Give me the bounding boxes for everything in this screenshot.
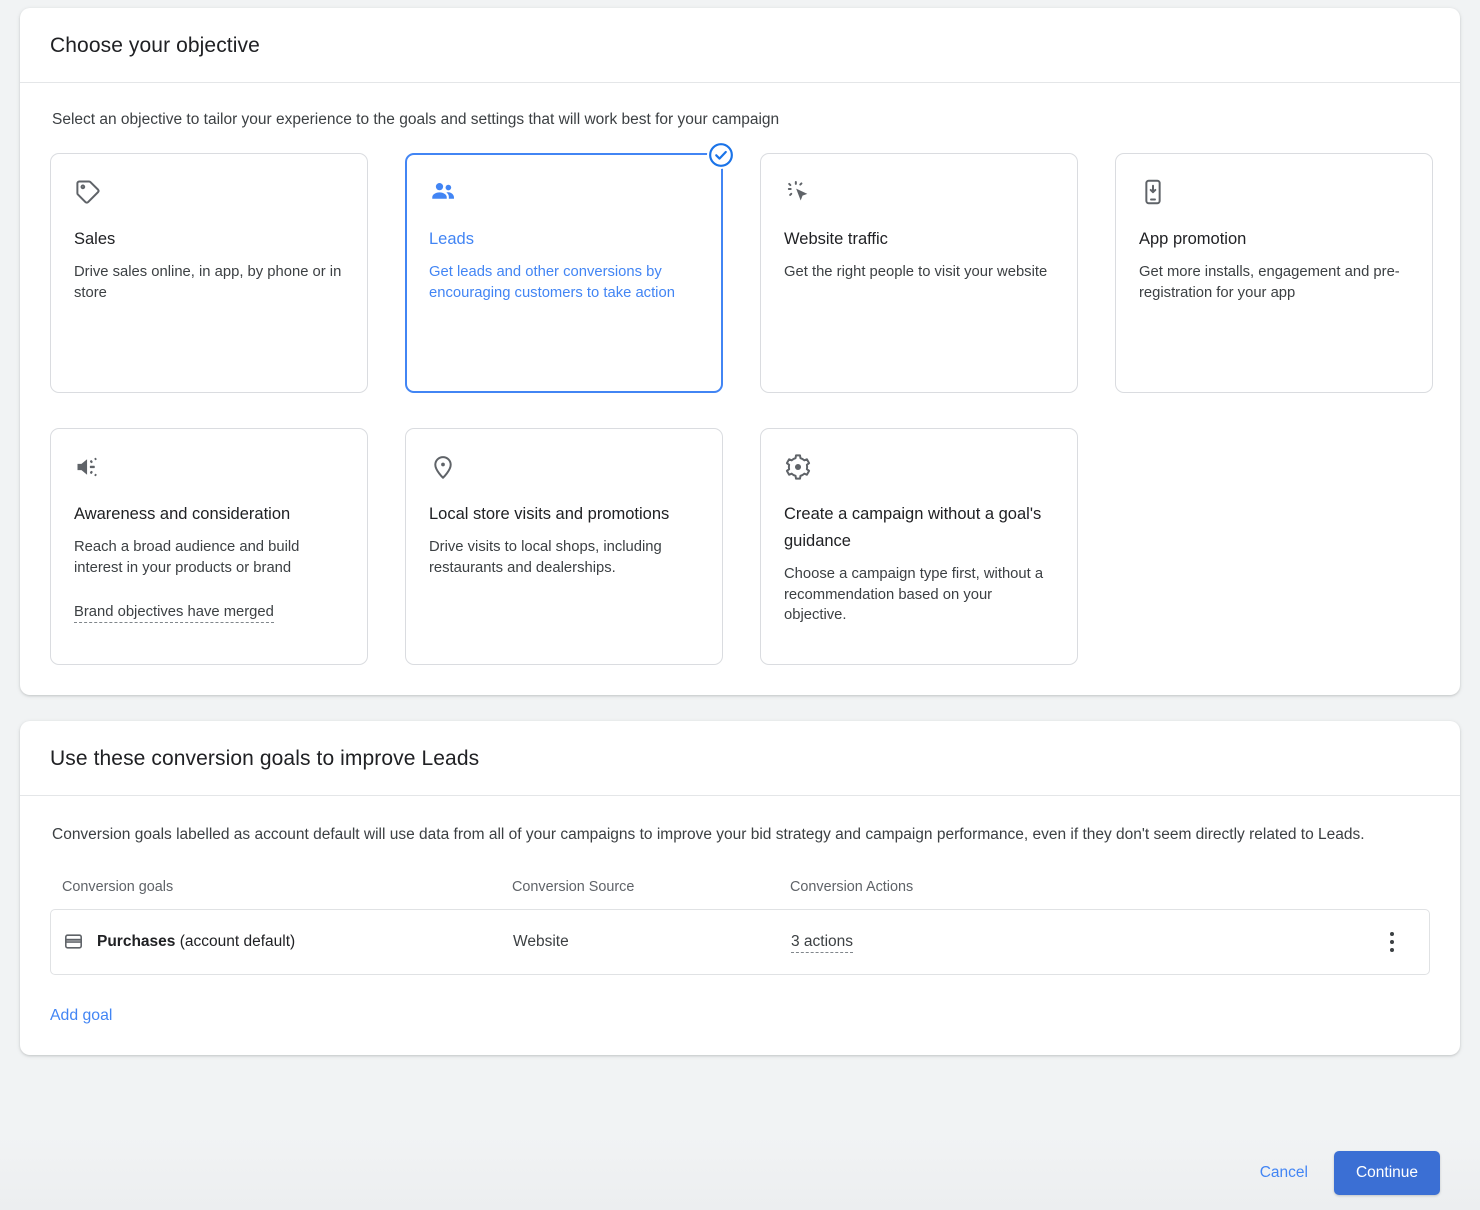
objective-card-leads[interactable]: Leads Get leads and other conversions by… bbox=[405, 153, 723, 393]
campaign-objective-page: Choose your objective Select an objectiv… bbox=[0, 8, 1480, 1210]
conversion-goals-table: Conversion goals Conversion Source Conve… bbox=[50, 879, 1430, 975]
goal-qualifier: (account default) bbox=[180, 933, 295, 950]
objective-card-description: Drive sales online, in app, by phone or … bbox=[74, 262, 344, 303]
objective-panel: Choose your objective Select an objectiv… bbox=[20, 8, 1460, 695]
people-icon bbox=[429, 178, 457, 206]
gear-icon bbox=[784, 453, 812, 481]
column-header-source: Conversion Source bbox=[512, 879, 790, 895]
objective-card-title: Website traffic bbox=[784, 226, 1054, 253]
credit-card-icon bbox=[63, 931, 84, 952]
objective-panel-header: Choose your objective bbox=[20, 8, 1460, 83]
objective-card-local-store-visits[interactable]: Local store visits and promotions Drive … bbox=[405, 428, 723, 665]
objective-card-title: Create a campaign without a goal's guida… bbox=[784, 501, 1054, 555]
objective-card-title: App promotion bbox=[1139, 226, 1409, 253]
objective-card-sales[interactable]: Sales Drive sales online, in app, by pho… bbox=[50, 153, 368, 393]
panel-spacer bbox=[20, 695, 1460, 721]
add-goal-button[interactable]: Add goal bbox=[50, 1007, 112, 1025]
objective-panel-body: Select an objective to tailor your exper… bbox=[20, 83, 1460, 695]
page-title: Choose your objective bbox=[50, 34, 1430, 58]
table-row[interactable]: Purchases (account default) Website 3 ac… bbox=[50, 909, 1430, 975]
column-header-goal: Conversion goals bbox=[62, 879, 512, 895]
objective-card-title: Leads bbox=[429, 226, 699, 253]
objective-card-description: Choose a campaign type first, without a … bbox=[784, 564, 1054, 625]
cell-conversion-goal: Purchases (account default) bbox=[63, 931, 513, 952]
brand-merge-tooltip-label[interactable]: Brand objectives have merged bbox=[74, 604, 274, 623]
cell-conversion-source: Website bbox=[513, 933, 791, 951]
objective-subtitle: Select an objective to tailor your exper… bbox=[52, 111, 1430, 129]
conversion-goals-title: Use these conversion goals to improve Le… bbox=[50, 747, 1430, 771]
speaker-icon bbox=[74, 453, 102, 481]
conversion-goals-intro: Conversion goals labelled as account def… bbox=[52, 824, 1430, 847]
goal-name: Purchases bbox=[97, 933, 175, 950]
table-header-row: Conversion goals Conversion Source Conve… bbox=[50, 879, 1430, 909]
row-overflow-menu-icon[interactable] bbox=[1377, 932, 1407, 952]
conversion-actions-link[interactable]: 3 actions bbox=[791, 933, 853, 953]
conversion-goals-panel: Use these conversion goals to improve Le… bbox=[20, 721, 1460, 1055]
cell-conversion-actions: 3 actions bbox=[791, 933, 1091, 951]
objective-card-description: Get the right people to visit your websi… bbox=[784, 262, 1054, 282]
tag-icon bbox=[74, 178, 102, 206]
objective-card-description: Get leads and other conversions by encou… bbox=[429, 262, 699, 303]
conversion-goals-body: Conversion goals labelled as account def… bbox=[20, 796, 1460, 1055]
column-header-menu bbox=[1090, 879, 1430, 895]
objective-card-title: Sales bbox=[74, 226, 344, 253]
conversion-goals-header: Use these conversion goals to improve Le… bbox=[20, 721, 1460, 796]
check-circle-icon bbox=[707, 141, 735, 169]
objective-card-title: Awareness and consideration bbox=[74, 501, 344, 528]
footer-action-bar: Cancel Continue bbox=[0, 1136, 1480, 1210]
objective-card-no-goal-guidance[interactable]: Create a campaign without a goal's guida… bbox=[760, 428, 1078, 665]
column-header-actions: Conversion Actions bbox=[790, 879, 1090, 895]
objective-card-description: Reach a broad audience and build interes… bbox=[74, 537, 344, 578]
objective-card-grid: Sales Drive sales online, in app, by pho… bbox=[50, 153, 1430, 665]
objective-card-description: Get more installs, engagement and pre-re… bbox=[1139, 262, 1409, 303]
cancel-button[interactable]: Cancel bbox=[1244, 1154, 1324, 1192]
objective-card-app-promotion[interactable]: App promotion Get more installs, engagem… bbox=[1115, 153, 1433, 393]
objective-card-website-traffic[interactable]: Website traffic Get the right people to … bbox=[760, 153, 1078, 393]
objective-card-awareness[interactable]: Awareness and consideration Reach a broa… bbox=[50, 428, 368, 665]
cursor-click-icon bbox=[784, 178, 812, 206]
location-pin-icon bbox=[429, 453, 457, 481]
objective-card-title: Local store visits and promotions bbox=[429, 501, 699, 528]
phone-download-icon bbox=[1139, 178, 1167, 206]
objective-card-description: Drive visits to local shops, including r… bbox=[429, 537, 699, 578]
continue-button[interactable]: Continue bbox=[1334, 1151, 1440, 1195]
